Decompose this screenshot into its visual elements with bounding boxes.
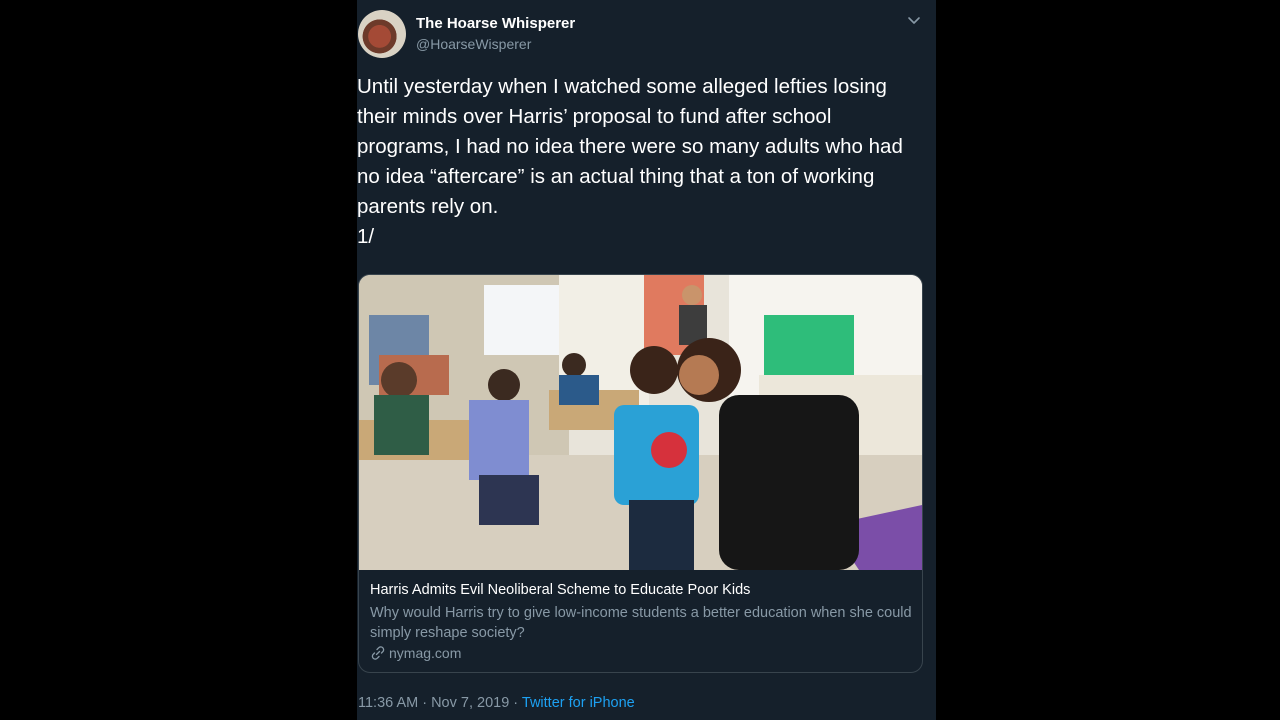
tweet-container: The Hoarse Whisperer @HoarseWisperer Unt… xyxy=(357,0,936,720)
link-card-domain-text: nymag.com xyxy=(389,645,462,661)
link-card-domain[interactable]: nymag.com xyxy=(370,645,461,661)
tweet-meta: 11:36 AM · Nov 7, 2019 · Twitter for iPh… xyxy=(358,695,635,711)
tweet-source-link[interactable]: Twitter for iPhone xyxy=(522,695,635,711)
link-card[interactable]: Harris Admits Evil Neoliberal Scheme to … xyxy=(358,274,923,673)
link-icon xyxy=(371,646,385,660)
tweet-text: Until yesterday when I watched some alle… xyxy=(357,75,903,248)
author-handle[interactable]: @HoarseWisperer xyxy=(416,36,531,52)
chevron-down-icon[interactable] xyxy=(906,12,922,28)
meta-separator: · xyxy=(509,695,522,711)
link-card-description: Why would Harris try to give low-income … xyxy=(370,605,912,641)
article-photo[interactable] xyxy=(359,275,922,570)
author-display-name[interactable]: The Hoarse Whisperer xyxy=(416,15,575,32)
avatar[interactable] xyxy=(358,10,406,58)
tweet-timestamp[interactable]: 11:36 AM · Nov 7, 2019 xyxy=(358,695,509,711)
link-card-title[interactable]: Harris Admits Evil Neoliberal Scheme to … xyxy=(370,582,750,598)
